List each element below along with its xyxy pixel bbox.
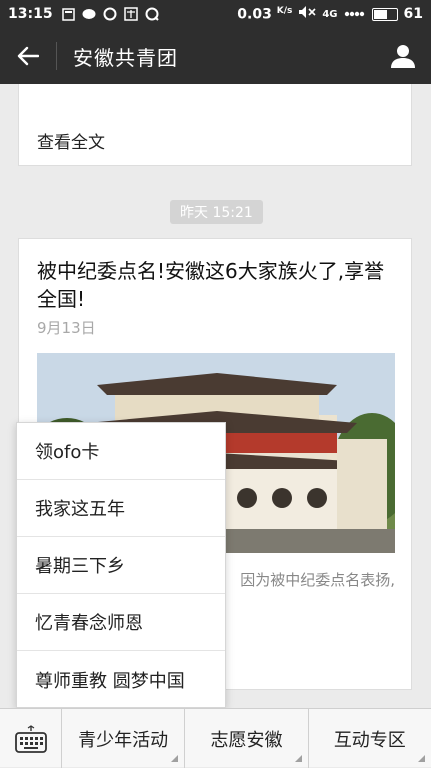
read-full-link[interactable]: 查看全文 (37, 128, 105, 153)
keyboard-toggle-button[interactable] (0, 709, 62, 768)
title-divider (56, 42, 57, 70)
submenu-indicator-icon (171, 755, 179, 762)
menu-tab-label: 青少年活动 (78, 729, 169, 751)
previous-article-card[interactable]: 查看全文 (18, 84, 412, 166)
submenu-item-respect-teachers[interactable]: 尊师重教 圆梦中国 (17, 651, 225, 708)
alipay-icon (124, 7, 139, 22)
mute-icon (298, 5, 316, 23)
message-timestamp: 昨天 15:21 (170, 200, 263, 224)
article-date: 9月13日 (37, 319, 96, 337)
title-bar: 安徽共青团 (0, 28, 431, 84)
page-title: 安徽共青团 (73, 45, 178, 70)
profile-button[interactable] (375, 28, 431, 84)
submenu-item-summer-volunteer[interactable]: 暑期三下乡 (17, 537, 225, 594)
submenu-item-ofo-card[interactable]: 领ofo卡 (17, 423, 225, 480)
menu-tab-label: 互动专区 (333, 729, 406, 751)
article-headline[interactable]: 被中纪委点名!安徽这6大家族火了,享誉全国! (37, 257, 397, 313)
net-speed-value: 0.03 (237, 6, 272, 23)
menu-tab-volunteer-anhui[interactable]: 志愿安徽 (185, 709, 309, 768)
submenu-item-my-family[interactable]: 我家这五年 (17, 480, 225, 537)
signal-icon (344, 6, 366, 22)
submenu-indicator-icon (417, 755, 425, 762)
submenu-indicator-icon (294, 755, 302, 762)
status-bar: 13:15 0.03 K/s 4G 61 (0, 0, 431, 28)
submenu-item-teacher-memory[interactable]: 忆青春念师恩 (17, 594, 225, 651)
net-speed: 0.03 K/s (237, 6, 292, 23)
arrow-left-icon (17, 46, 39, 66)
menu-tab-interaction[interactable]: 互动专区 (309, 709, 431, 768)
submenu-popup: 领ofo卡 我家这五年 暑期三下乡 忆青春念师恩 尊师重教 圆梦中国 (16, 422, 226, 708)
network-type: 4G (322, 8, 338, 20)
notification-icon (61, 7, 76, 22)
qq-icon (103, 7, 118, 22)
battery-icon (371, 7, 398, 21)
wechat-icon (82, 7, 97, 22)
back-button[interactable] (0, 28, 56, 84)
bottom-menu-bar: 青少年活动 志愿安徽 互动专区 (0, 708, 431, 768)
status-time: 13:15 (8, 6, 53, 22)
menu-tab-label: 志愿安徽 (210, 729, 283, 751)
user-icon (391, 45, 415, 68)
net-speed-unit: K/s (276, 5, 293, 16)
battery-percent: 61 (403, 6, 423, 22)
menu-tab-youth-activities[interactable]: 青少年活动 (62, 709, 186, 768)
qq-browser-icon (145, 7, 160, 22)
status-right: 0.03 K/s 4G 61 (237, 5, 423, 23)
keyboard-icon (14, 724, 47, 753)
